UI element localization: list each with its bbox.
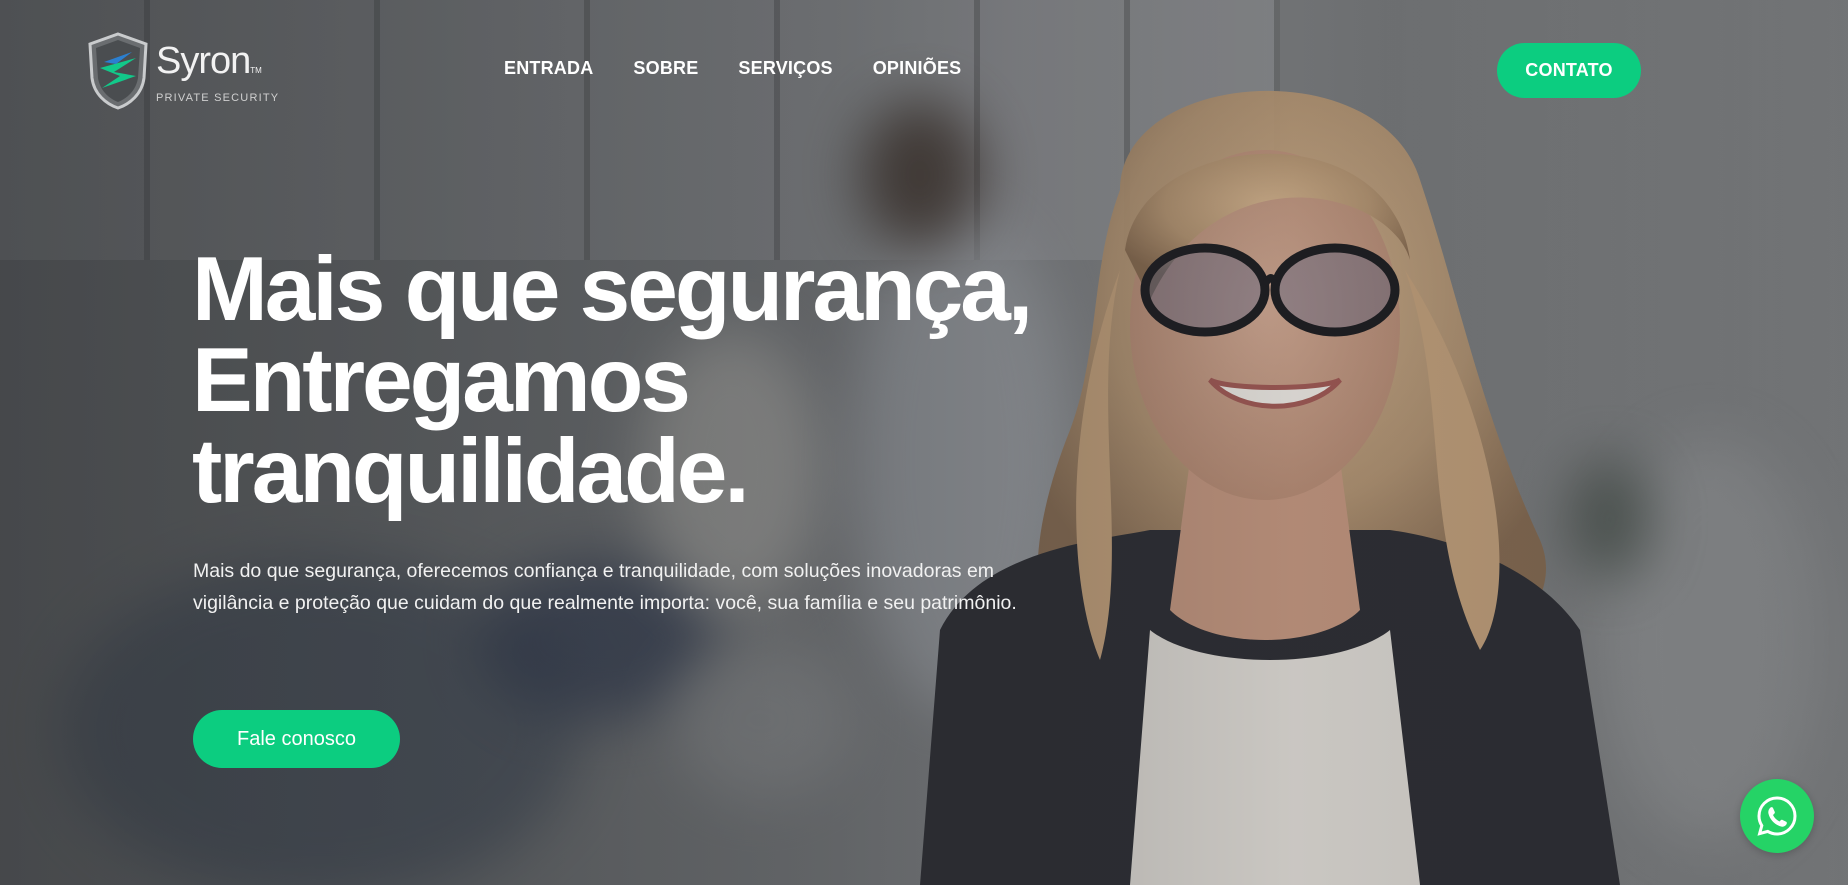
fale-conosco-button[interactable]: Fale conosco [193, 710, 400, 768]
contact-button[interactable]: CONTATO [1497, 43, 1641, 98]
hero-title-line-2: Entregamos [192, 330, 691, 431]
brand-logo[interactable]: SyronTM PRIVATE SECURITY [86, 32, 296, 112]
nav-item-servicos[interactable]: SERVIÇOS [738, 58, 832, 79]
main-nav: ENTRADA SOBRE SERVIÇOS OPINIÕES [504, 58, 961, 79]
shield-logo-icon [88, 32, 148, 110]
nav-item-entrada[interactable]: ENTRADA [504, 58, 593, 79]
hero-title-line-1: Mais que segurança, [192, 239, 1033, 340]
whatsapp-button[interactable] [1740, 779, 1814, 853]
hero-title: Mais que segurança, Entregamos tranquili… [192, 244, 1092, 517]
whatsapp-icon [1757, 796, 1797, 836]
nav-item-opinioes[interactable]: OPINIÕES [873, 58, 962, 79]
brand-tm: TM [250, 66, 262, 75]
hero-description: Mais do que segurança, oferecemos confia… [193, 560, 1017, 614]
brand-tagline: PRIVATE SECURITY [156, 92, 280, 104]
nav-item-sobre[interactable]: SOBRE [633, 58, 698, 79]
hero-title-line-3: tranquilidade. [192, 421, 750, 522]
brand-name: Syron [156, 40, 251, 82]
